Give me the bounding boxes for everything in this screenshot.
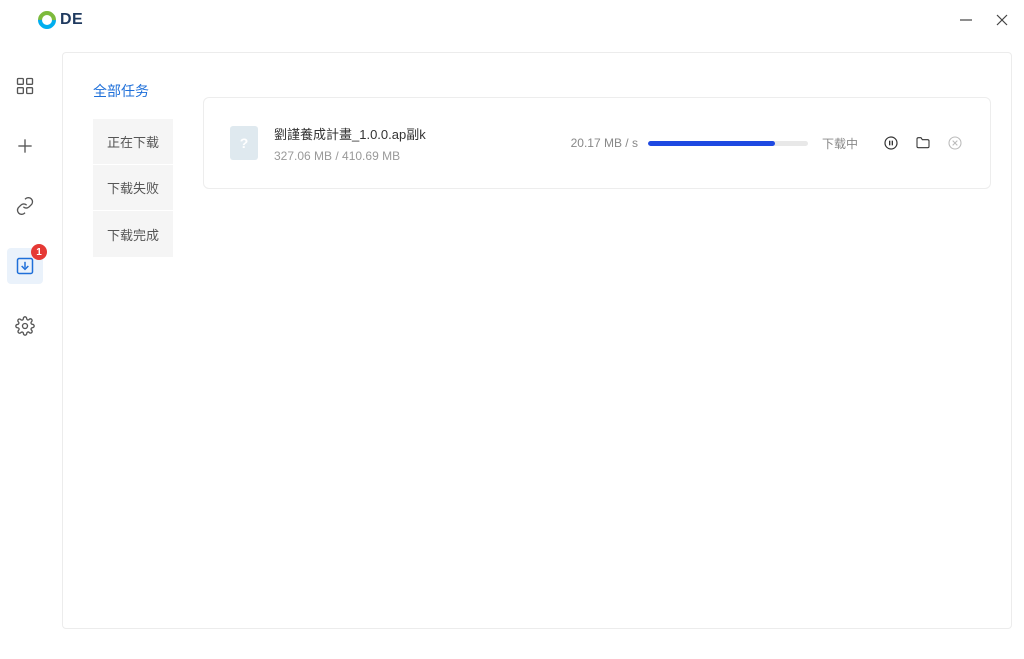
file-size: 327.06 MB / 410.69 MB [274, 149, 504, 163]
cancel-button[interactable] [946, 134, 964, 152]
close-button[interactable] [994, 12, 1010, 28]
task-actions [882, 134, 964, 152]
nav-rail: 1 [0, 40, 50, 659]
download-speed: 20.17 MB / s [571, 136, 638, 150]
progress-bar [648, 141, 808, 146]
tab-failed[interactable]: 下载失败 [93, 165, 173, 211]
progress-fill [648, 141, 775, 146]
app-name: DE [60, 11, 83, 29]
progress-area: 20.17 MB / s 下载中 [520, 134, 964, 152]
file-name: 劉謹養成計畫_1.0.0.ap副k [274, 124, 504, 143]
app-logo: DE [38, 11, 83, 29]
cancel-circle-icon [947, 135, 963, 151]
file-type-icon: ? [230, 126, 258, 160]
pause-button[interactable] [882, 134, 900, 152]
titlebar: DE [0, 0, 1024, 40]
content-panel: 全部任务 正在下载 下载失败 下载完成 ? 劉謹養成計畫_1.0.0.ap副k … [62, 52, 1012, 629]
rail-add[interactable] [7, 128, 43, 164]
body-area: 1 全部任务 正在下载 下载失败 下载完成 ? 劉謹養成計畫_1.0.0.ap [0, 40, 1024, 659]
download-status: 下载中 [822, 135, 858, 152]
gear-icon [15, 316, 35, 336]
download-icon [15, 256, 35, 276]
tab-completed[interactable]: 下载完成 [93, 211, 173, 257]
logo-ring-icon [34, 7, 59, 32]
rail-apps[interactable] [7, 68, 43, 104]
rail-link[interactable] [7, 188, 43, 224]
main-area: ? 劉謹養成計畫_1.0.0.ap副k 327.06 MB / 410.69 M… [193, 53, 1011, 628]
app-window: DE 1 [0, 0, 1024, 659]
link-icon [15, 196, 35, 216]
plus-icon [15, 136, 35, 156]
apps-icon [15, 76, 35, 96]
file-meta: 劉謹養成計畫_1.0.0.ap副k 327.06 MB / 410.69 MB [274, 124, 504, 163]
task-sidebar: 全部任务 正在下载 下载失败 下载完成 [63, 53, 193, 628]
tab-list: 正在下载 下载失败 下载完成 [93, 119, 173, 257]
window-controls [958, 12, 1010, 28]
pause-circle-icon [883, 135, 899, 151]
folder-icon [915, 135, 931, 151]
sidebar-title: 全部任务 [93, 81, 173, 101]
tab-downloading[interactable]: 正在下载 [93, 119, 173, 165]
minimize-button[interactable] [958, 12, 974, 28]
download-task-row: ? 劉謹養成計畫_1.0.0.ap副k 327.06 MB / 410.69 M… [203, 97, 991, 189]
rail-settings[interactable] [7, 308, 43, 344]
open-folder-button[interactable] [914, 134, 932, 152]
downloads-badge: 1 [31, 244, 47, 260]
rail-downloads[interactable]: 1 [7, 248, 43, 284]
